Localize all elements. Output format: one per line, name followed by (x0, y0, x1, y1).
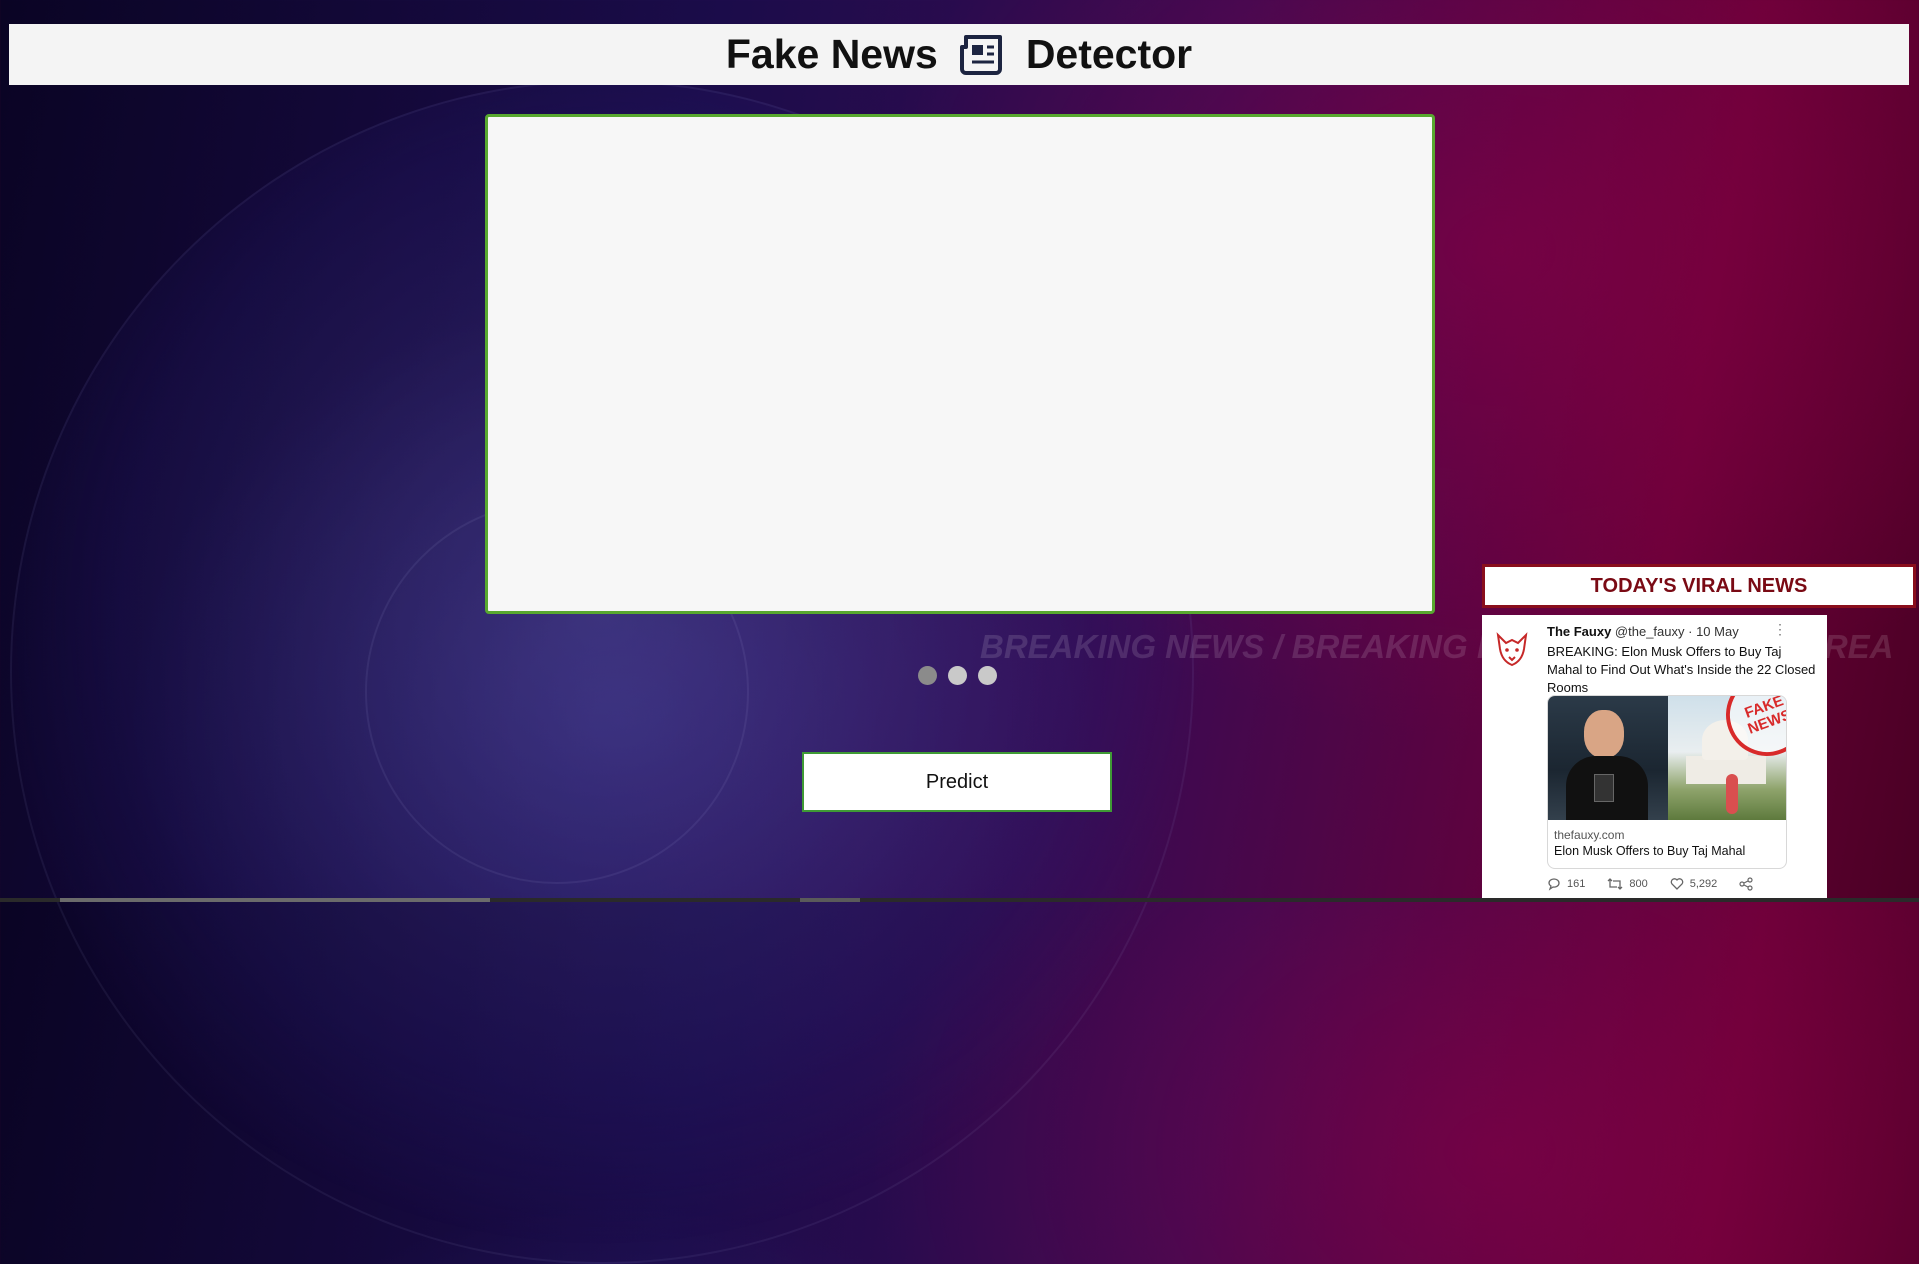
carousel-dot-2[interactable] (948, 666, 967, 685)
reply-count: 161 (1567, 878, 1586, 890)
like-count: 5,292 (1689, 878, 1718, 890)
viral-news-heading: TODAY'S VIRAL NEWS (1482, 564, 1916, 608)
viral-tweet-card[interactable]: The Fauxy @the_fauxy · 10 May ⋮ BREAKING… (1482, 615, 1827, 902)
link-title: Elon Musk Offers to Buy Taj Mahal (1554, 844, 1746, 858)
retweet-action[interactable]: 800 (1607, 877, 1648, 891)
tweet-handle: @the_fauxy (1614, 624, 1685, 639)
title-right: Detector (1025, 31, 1193, 77)
page-title: Fake News Detector (726, 31, 1192, 78)
newspaper-icon (958, 33, 1006, 77)
reply-action[interactable]: 161 (1547, 877, 1585, 891)
carousel-dots (918, 666, 997, 685)
news-text-area[interactable] (485, 114, 1435, 614)
share-action[interactable] (1739, 877, 1753, 891)
fox-avatar-icon (1492, 629, 1532, 669)
link-domain: thefauxy.com (1554, 828, 1625, 842)
tweet-date: · 10 May (1688, 624, 1739, 639)
share-icon (1739, 877, 1753, 891)
retweet-count: 800 (1629, 878, 1648, 890)
tweet-text: BREAKING: Elon Musk Offers to Buy Taj Ma… (1547, 644, 1816, 695)
heart-icon (1670, 877, 1684, 891)
reply-icon (1547, 877, 1561, 891)
carousel-dot-3[interactable] (978, 666, 997, 685)
tweet-header: The Fauxy @the_fauxy · 10 May (1547, 624, 1739, 639)
horizontal-scrollbar-thumb[interactable] (60, 898, 490, 902)
retweet-icon (1607, 877, 1623, 891)
tweet-actions: 161 800 5,292 (1547, 877, 1753, 891)
predict-button[interactable]: Predict (802, 752, 1112, 812)
header-bar: Fake News Detector (9, 24, 1909, 85)
horizontal-scrollbar-marker (800, 898, 860, 902)
tweet-link-card[interactable]: FAKE NEWS thefauxy.com Elon Musk Offers … (1547, 695, 1787, 869)
carousel-dot-1[interactable] (918, 666, 937, 685)
title-left: Fake News (725, 31, 938, 77)
more-options-icon[interactable]: ⋮ (1773, 621, 1787, 638)
tweet-author: The Fauxy (1547, 624, 1612, 639)
tweet-image-person (1548, 696, 1668, 820)
like-action[interactable]: 5,292 (1670, 877, 1718, 891)
